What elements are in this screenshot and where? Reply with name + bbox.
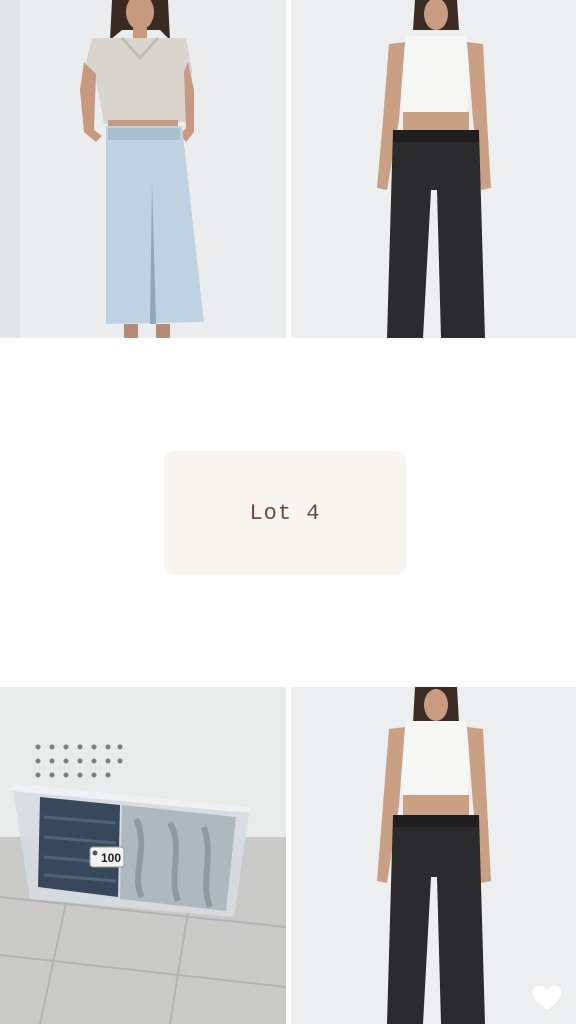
photo-denim-skirt-look[interactable] bbox=[0, 0, 286, 338]
photo-black-jeans-image bbox=[291, 0, 576, 338]
photo-black-jeans-look[interactable] bbox=[291, 0, 576, 338]
photo-jeans-bin-image: 100 bbox=[0, 687, 286, 1024]
photo-black-jeans-image-2 bbox=[291, 687, 576, 1024]
bin-tag-number: 100 bbox=[101, 851, 121, 865]
photo-jeans-bin[interactable]: 100 bbox=[0, 687, 286, 1024]
lot-card: Lot 4 bbox=[164, 451, 406, 575]
heart-icon[interactable] bbox=[531, 984, 563, 1012]
photo-black-jeans-look-2[interactable] bbox=[291, 687, 576, 1024]
photo-denim-skirt-image bbox=[0, 0, 286, 338]
lot-label: Lot 4 bbox=[249, 500, 321, 526]
